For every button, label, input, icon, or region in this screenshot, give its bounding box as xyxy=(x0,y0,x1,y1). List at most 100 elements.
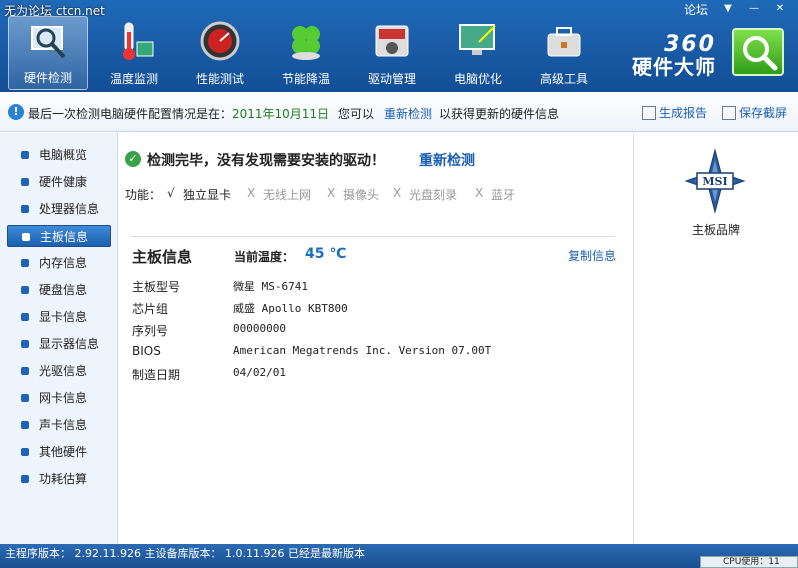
features-row: 功能： √ 独立显卡 X 无线上网 X 摄像头 X 光盘刻录 X 蓝牙 xyxy=(125,186,625,202)
feature-mark: X xyxy=(247,186,256,200)
generate-report-label: 生成报告 xyxy=(659,106,708,120)
bullet-icon xyxy=(21,340,29,348)
tab-label: 性能测试 xyxy=(195,72,244,86)
generate-report-button[interactable]: 生成报告 xyxy=(642,104,707,121)
version-text: 主程序版本： 2.92.11.926 主设备库版本： 1.0.11.926 已经… xyxy=(5,547,365,560)
info-text-prefix: 最后一次检测电脑硬件配置情况是在： xyxy=(28,107,233,121)
tab-5[interactable]: 电脑优化 xyxy=(438,16,518,90)
divider xyxy=(131,236,615,237)
window-controls: 论坛 ▼ — ✕ xyxy=(612,0,792,18)
forum-link[interactable]: 论坛 xyxy=(684,1,708,18)
table-row: 序列号 00000000 xyxy=(132,322,612,338)
sidebar-item-label: 硬件健康 xyxy=(39,175,88,189)
row-key: 芯片组 xyxy=(132,302,169,316)
feature-mark: √ xyxy=(167,186,175,200)
menu-icon[interactable]: ▼ xyxy=(716,1,740,16)
brand-number: 360 xyxy=(664,32,716,57)
copy-info-link[interactable]: 复制信息 xyxy=(568,247,616,264)
table-row: 主板型号 微星 MS-6741 xyxy=(132,278,612,294)
sidebar-item-5[interactable]: 硬盘信息 xyxy=(7,279,111,301)
sidebar-item-6[interactable]: 显卡信息 xyxy=(7,306,111,328)
bullet-icon xyxy=(21,205,29,213)
row-key: 序列号 xyxy=(132,324,169,338)
row-key: 主板型号 xyxy=(132,280,181,294)
clover-icon xyxy=(285,20,327,62)
tab-label: 温度监测 xyxy=(109,72,158,86)
status-bar: 主程序版本： 2.92.11.926 主设备库版本： 1.0.11.926 已经… xyxy=(0,544,798,568)
tab-3[interactable]: 节能降温 xyxy=(266,16,346,90)
sidebar-item-label: 其他硬件 xyxy=(39,445,88,459)
sidebar-item-label: 功耗估算 xyxy=(39,472,88,486)
sidebar-item-9[interactable]: 网卡信息 xyxy=(7,387,111,409)
tab-4[interactable]: 驱动管理 xyxy=(352,16,432,90)
tab-label: 硬件检测 xyxy=(23,71,72,85)
info-icon: ! xyxy=(8,104,24,120)
save-screenshot-button[interactable]: 保存截屏 xyxy=(722,104,787,121)
tab-2[interactable]: 性能测试 xyxy=(180,16,260,90)
row-value: American Megatrends Inc. Version 07.00T xyxy=(233,344,492,357)
main-panel: ✓ 检测完毕，没有发现需要安装的驱动！ 重新检测 功能： √ 独立显卡 X 无线上网 X… xyxy=(119,133,632,544)
sidebar-item-10[interactable]: 声卡信息 xyxy=(7,414,111,436)
info-text-suffix: 以获得更新的硬件信息 xyxy=(439,107,560,121)
check-icon: ✓ xyxy=(125,151,141,167)
close-icon[interactable]: ✕ xyxy=(768,1,792,16)
tab-6[interactable]: 高级工具 xyxy=(524,16,604,90)
bullet-icon xyxy=(21,151,29,159)
bullet-icon xyxy=(21,313,29,321)
cpu-usage-box: CPU使用：11 xyxy=(700,556,798,568)
tab-0[interactable]: 硬件检测 xyxy=(8,16,88,90)
tab-label: 节能降温 xyxy=(281,72,330,86)
sidebar-item-7[interactable]: 显示器信息 xyxy=(7,333,111,355)
camera-icon xyxy=(722,106,736,120)
tab-label: 高级工具 xyxy=(539,72,588,86)
driver-gear-icon xyxy=(371,20,413,62)
sidebar-item-label: 处理器信息 xyxy=(39,202,100,216)
redetect-link-main[interactable]: 重新检测 xyxy=(419,150,475,170)
tab-label: 电脑优化 xyxy=(453,72,502,86)
row-key: BIOS xyxy=(132,344,161,358)
feature-label: 独立显卡 xyxy=(183,188,232,202)
tab-label: 驱动管理 xyxy=(367,72,416,86)
cpu-usage-text: CPU使用：11 xyxy=(723,557,780,567)
feature-mark: X xyxy=(327,186,336,200)
brand-label: 主板品牌 xyxy=(691,223,740,237)
temperature-value: 45 ℃ xyxy=(305,246,347,262)
brand-name: 硬件大师 xyxy=(632,55,716,79)
sidebar-item-2[interactable]: 处理器信息 xyxy=(7,198,111,220)
feature-mark: X xyxy=(475,186,484,200)
sidebar-item-label: 显卡信息 xyxy=(39,310,88,324)
bullet-icon xyxy=(21,448,29,456)
tab-1[interactable]: 温度监测 xyxy=(94,16,174,90)
msi-logo-icon: MSI xyxy=(682,148,748,214)
row-value: 微星 MS-6741 xyxy=(233,280,308,293)
bullet-icon xyxy=(22,233,30,241)
save-screenshot-label: 保存截屏 xyxy=(739,106,788,120)
bullet-icon xyxy=(21,475,29,483)
brand-block: 360 硬件大师 xyxy=(632,32,716,79)
sidebar-item-11[interactable]: 其他硬件 xyxy=(7,441,111,463)
feature-label: 无线上网 xyxy=(263,188,312,202)
msi-logo-text: MSI xyxy=(702,175,727,188)
minimize-icon[interactable]: — xyxy=(742,1,766,16)
sidebar-item-4[interactable]: 内存信息 xyxy=(7,252,111,274)
thermometer-icon xyxy=(113,20,155,62)
redetect-link[interactable]: 重新检测 xyxy=(384,105,432,122)
bullet-icon xyxy=(21,421,29,429)
sidebar-item-0[interactable]: 电脑概览 xyxy=(7,144,111,166)
sidebar-item-12[interactable]: 功耗估算 xyxy=(7,468,111,490)
sidebar-item-8[interactable]: 光驱信息 xyxy=(7,360,111,382)
report-icon xyxy=(642,106,656,120)
features-label: 功能： xyxy=(125,188,162,202)
bullet-icon xyxy=(21,259,29,267)
toolbox-icon xyxy=(543,20,585,62)
bullet-icon xyxy=(21,394,29,402)
sidebar-item-3[interactable]: 主板信息 xyxy=(7,225,111,247)
speedometer-icon xyxy=(199,20,241,62)
row-value: 00000000 xyxy=(233,322,286,335)
bullet-icon xyxy=(21,286,29,294)
sidebar-item-1[interactable]: 硬件健康 xyxy=(7,171,111,193)
sidebar-item-label: 主板信息 xyxy=(40,230,89,244)
sidebar-item-label: 显示器信息 xyxy=(39,337,100,351)
monitor-wand-icon xyxy=(457,20,499,62)
info-text-mid: 您可以 xyxy=(338,107,375,121)
